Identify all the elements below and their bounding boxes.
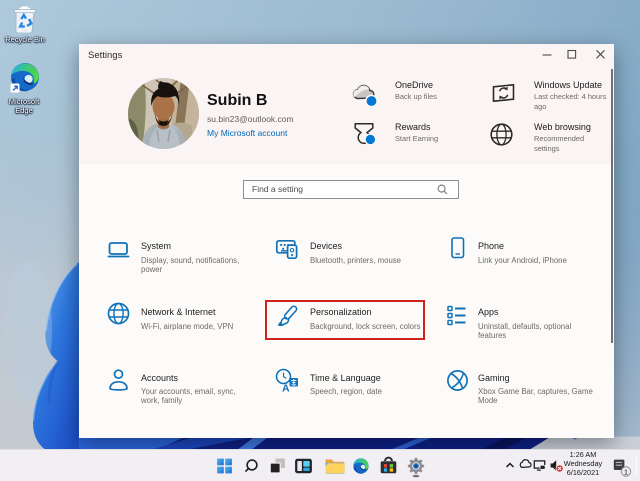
svg-text:A: A [282, 383, 290, 395]
svg-text:1: 1 [624, 467, 628, 476]
